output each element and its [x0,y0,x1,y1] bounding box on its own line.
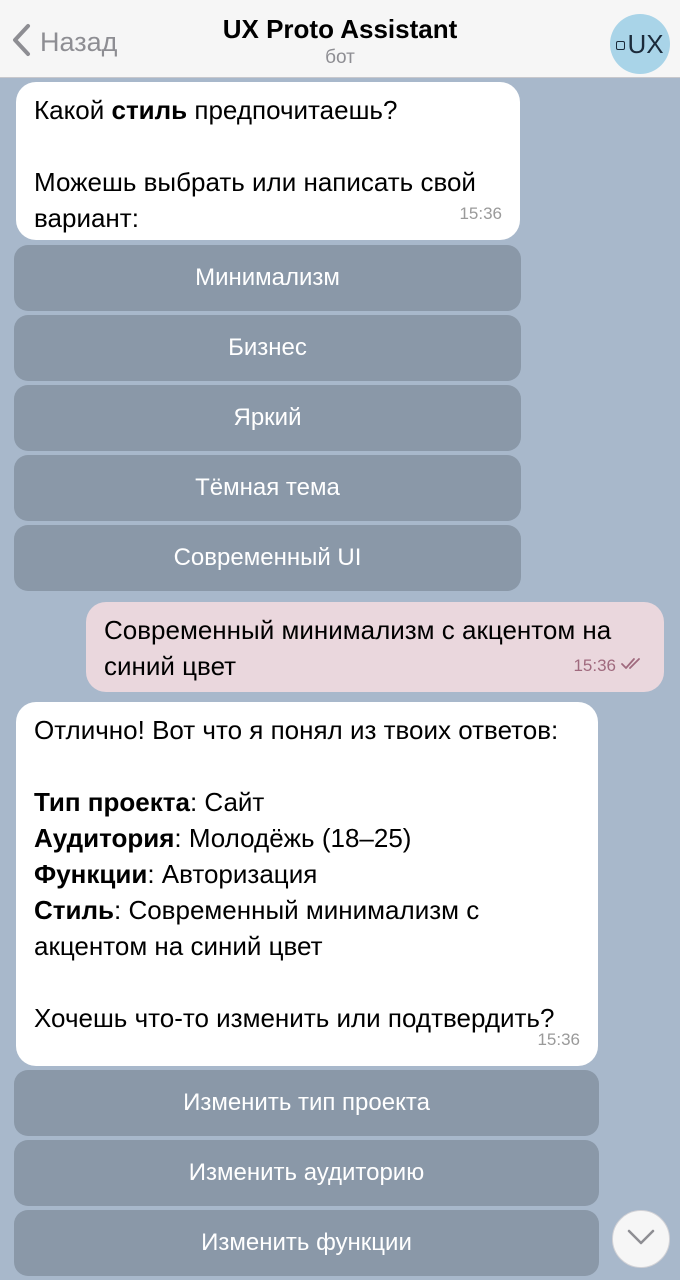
back-label: Назад [40,26,118,57]
avatar-text: UX [627,28,664,59]
back-button[interactable]: Назад [10,22,117,62]
keyboard-button-modern-ui[interactable]: Современный UI [14,525,521,591]
chat-header: Назад UX Proto Assistant бот UX [0,0,680,78]
keyboard-button-business[interactable]: Бизнес [14,315,521,381]
keyboard-button-change-audience[interactable]: Изменить аудиторию [14,1140,599,1206]
incoming-message: Какой стиль предпочитаешь? Можешь выбрат… [16,82,520,240]
chevron-left-icon [10,22,34,63]
message-outro: Хочешь что-то изменить или подтвердить? [34,1003,555,1033]
keyboard-button-bright[interactable]: Яркий [14,385,521,451]
keyboard-button-change-project-type[interactable]: Изменить тип проекта [14,1070,599,1136]
message-text: Можешь выбрать или написать свой вариант… [34,167,476,233]
message-line: Какой стиль предпочитаешь? [34,95,398,125]
message-time: 15:36 [459,204,502,223]
message-time: 15:36 [573,648,646,684]
avatar[interactable]: UX [610,14,670,74]
double-check-icon [616,648,646,684]
keyboard-button-minimalism[interactable]: Минимализм [14,245,521,311]
summary-row-project-type: Тип проекта: Сайт [34,787,265,817]
scroll-down-button[interactable] [612,1210,670,1268]
logo-square-icon [616,40,626,50]
message-intro: Отлично! Вот что я понял из твоих ответо… [34,715,559,745]
chat-title: UX Proto Assistant [222,14,458,44]
incoming-message-summary: Отлично! Вот что я понял из твоих ответо… [16,702,598,1066]
outgoing-message: Современный минимализм с акцентом на син… [86,602,664,692]
summary-row-audience: Аудитория: Молодёжь (18–25) [34,823,412,853]
keyboard-button-dark-theme[interactable]: Тёмная тема [14,455,521,521]
chat-subtitle: бот [325,47,355,68]
chevron-down-icon [626,1228,656,1251]
message-text: Современный минимализм с акцентом на син… [104,615,612,681]
summary-row-features: Функции: Авторизация [34,859,318,889]
message-time: 15:36 [537,1030,580,1049]
keyboard-button-change-features[interactable]: Изменить функции [14,1210,599,1276]
chat-title-block[interactable]: UX Proto Assistant бот [140,12,540,70]
summary-row-style: Стиль: Современный минимализм с акцентом… [34,895,480,961]
